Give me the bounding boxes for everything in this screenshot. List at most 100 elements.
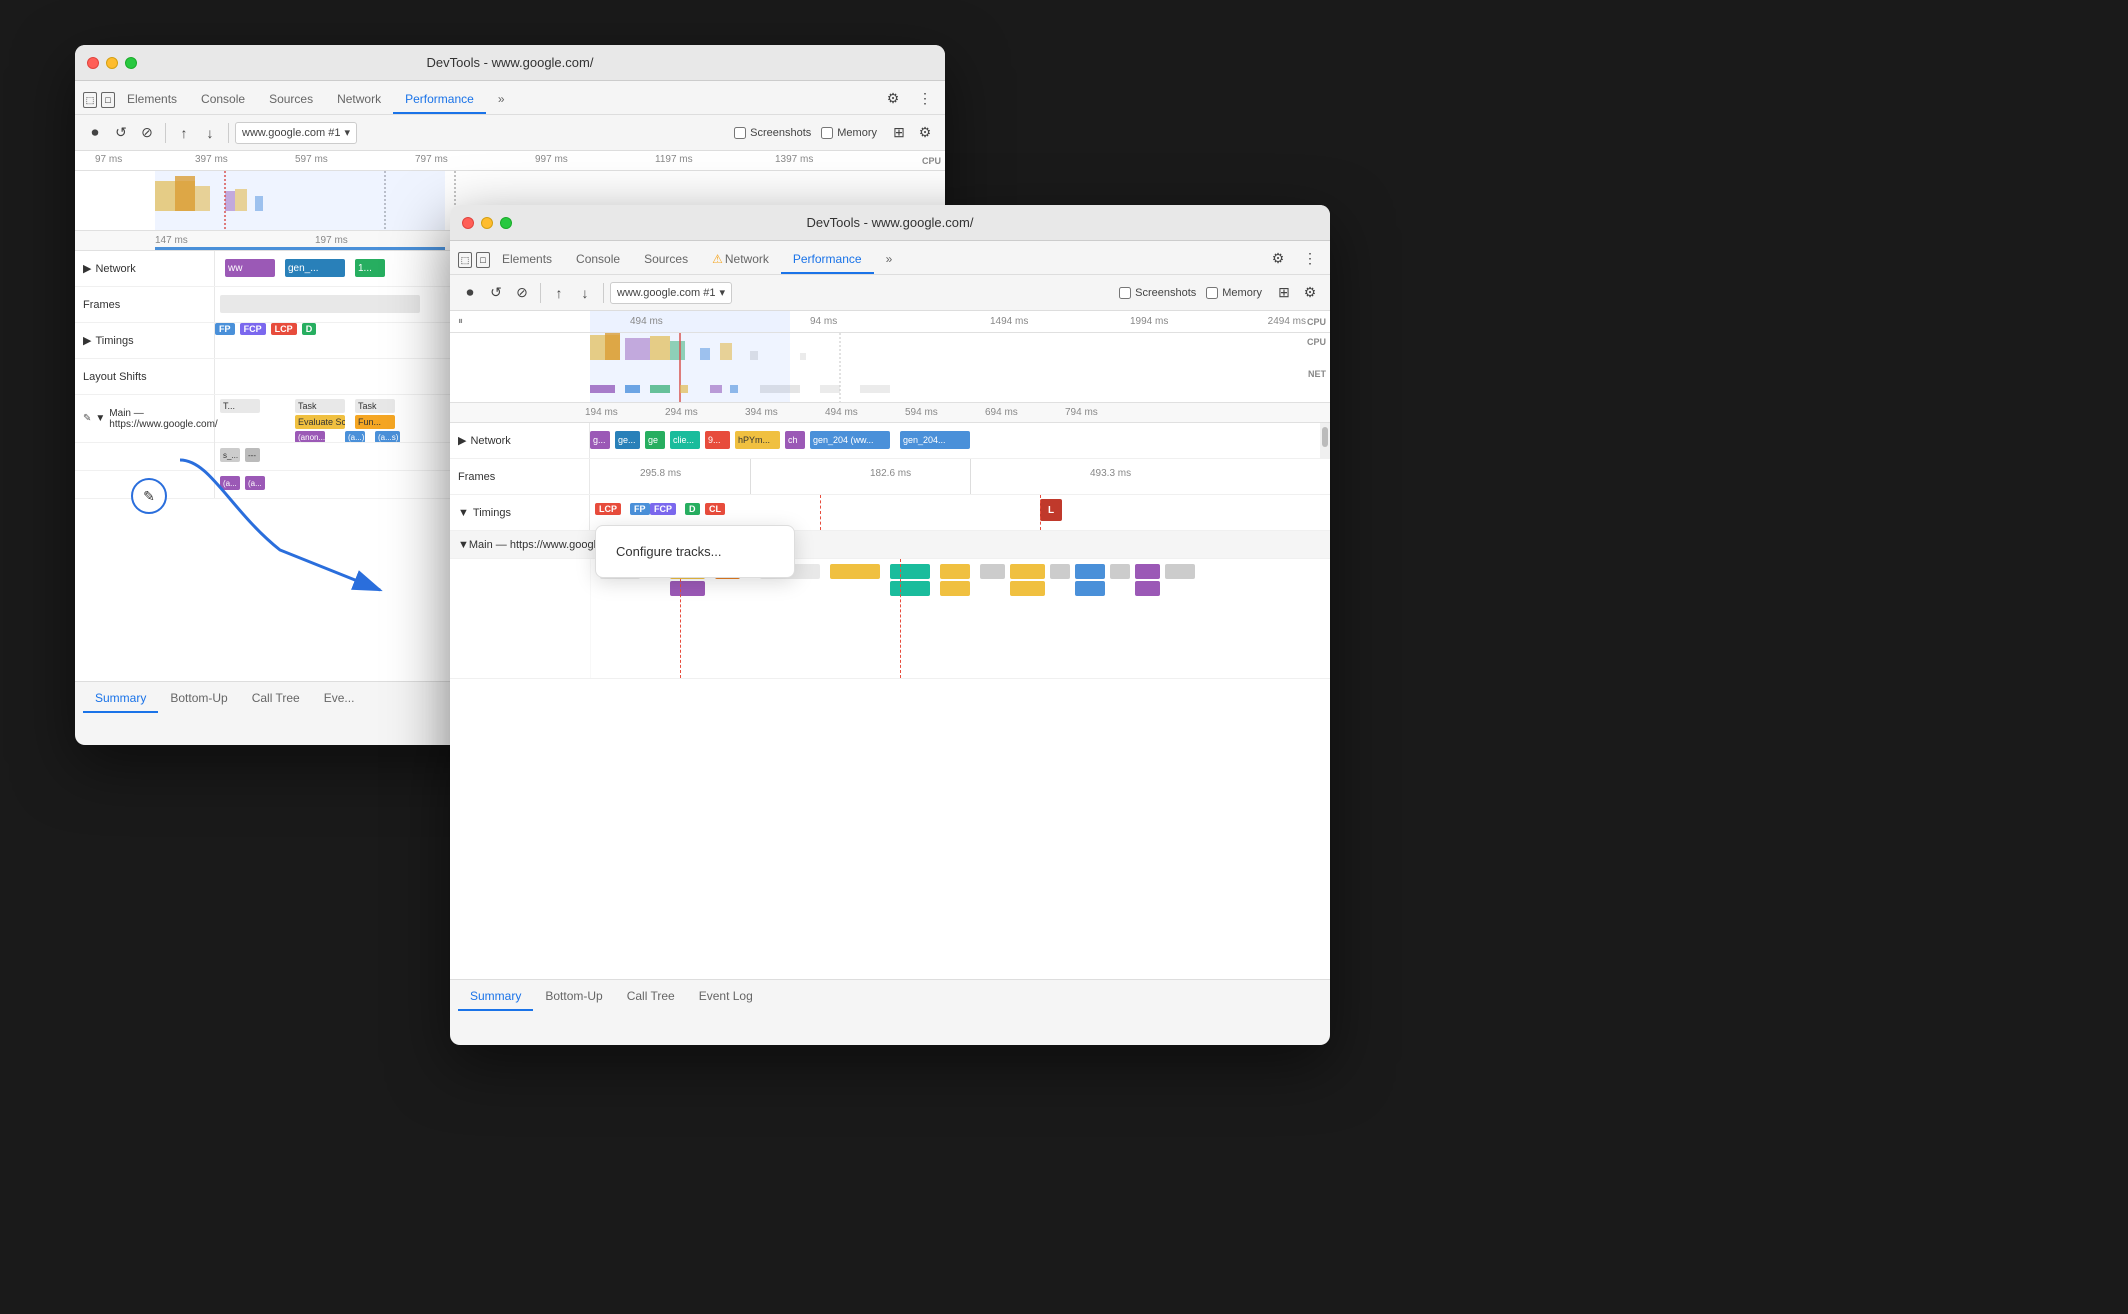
arrow-right-icon-network-bg: ▶ <box>83 262 91 275</box>
event-log-tab-fg[interactable]: Event Log <box>687 983 765 1011</box>
tab-more-bg[interactable]: » <box>486 86 517 114</box>
network-throttle-bg[interactable]: ⊞ <box>887 121 911 145</box>
time-794: 794 ms <box>1065 407 1098 418</box>
event-log-tab-bg[interactable]: Eve... <box>312 685 367 713</box>
time-ruler-fg: 194 ms 294 ms 394 ms 494 ms 594 ms 694 m… <box>450 403 1330 423</box>
settings-btn-fg[interactable]: ⚙ <box>1266 246 1290 270</box>
perf-settings-fg[interactable]: ⚙ <box>1298 281 1322 305</box>
minimize-button-bg[interactable] <box>106 57 118 69</box>
selected-region-bg <box>155 171 445 230</box>
settings-btn-bg[interactable]: ⚙ <box>881 86 905 110</box>
selected-zone-fg <box>590 311 790 333</box>
tab-performance-bg[interactable]: Performance <box>393 86 486 114</box>
refresh-btn-fg[interactable]: ↺ <box>484 281 508 305</box>
bottom-up-tab-bg[interactable]: Bottom-Up <box>158 685 239 713</box>
tab-sources-fg[interactable]: Sources <box>632 246 700 274</box>
time-147: 147 ms <box>155 235 188 246</box>
main-label-bg: ✎ ▼ Main — https://www.google.com/ <box>75 395 215 443</box>
time-494: 494 ms <box>825 407 858 418</box>
minimize-button-fg[interactable] <box>481 217 493 229</box>
screenshots-checkbox-fg[interactable]: Screenshots <box>1119 287 1196 299</box>
memory-input-bg[interactable] <box>821 127 833 139</box>
perf-settings-bg[interactable]: ⚙ <box>913 121 937 145</box>
record-btn-bg[interactable]: ⏺ <box>83 121 107 145</box>
tab-network-bg[interactable]: Network <box>325 86 393 114</box>
a-block-1-bg: (a... <box>220 476 240 490</box>
tab-sources-bg[interactable]: Sources <box>257 86 325 114</box>
device-icon-bg[interactable]: □ <box>101 92 115 108</box>
ruler-797: 797 ms <box>415 154 448 165</box>
window-title-bg: DevTools - www.google.com/ <box>427 55 594 70</box>
device-icon-fg[interactable]: □ <box>476 252 490 268</box>
upload-btn-fg[interactable]: ↑ <box>547 281 571 305</box>
memory-checkbox-fg[interactable]: Memory <box>1206 287 1262 299</box>
tab-console-bg[interactable]: Console <box>189 86 257 114</box>
scrollbar-thumb-fg[interactable] <box>1322 427 1328 447</box>
frames-content-fg: 295.8 ms 182.6 ms 493.3 ms <box>590 459 1330 494</box>
l-badge-text: L <box>1048 505 1054 516</box>
configure-tracks-item[interactable]: Configure tracks... <box>596 534 794 569</box>
url-select-fg[interactable]: www.google.com #1 ▾ <box>610 282 732 304</box>
refresh-btn-bg[interactable]: ↺ <box>109 121 133 145</box>
cpu-label-area-fg: CPU <box>1307 337 1326 347</box>
d-badge-fg: D <box>685 503 700 515</box>
tab-elements-fg[interactable]: Elements <box>490 246 564 274</box>
summary-tab-fg[interactable]: Summary <box>458 983 533 1011</box>
clear-btn-fg[interactable]: ⊘ <box>510 281 534 305</box>
tab-console-fg[interactable]: Console <box>564 246 632 274</box>
net-gen204-2-fg: gen_204... <box>900 431 970 449</box>
tab-more-fg[interactable]: » <box>874 246 905 274</box>
frames-val-3: 493.3 ms <box>1090 468 1131 479</box>
url-text-bg: www.google.com #1 <box>242 127 340 139</box>
sep2-fg <box>603 283 604 303</box>
inspect-icon-fg[interactable]: ⬚ <box>458 252 472 268</box>
fcp-badge-bg: FCP <box>240 323 266 335</box>
inspect-icon-bg[interactable]: ⬚ <box>83 92 97 108</box>
memory-input-fg[interactable] <box>1206 287 1218 299</box>
more-btn-bg[interactable]: ⋮ <box>913 86 937 110</box>
timings-label-fg: ▼ Timings <box>450 495 590 530</box>
net-ge-fg: ge... <box>615 431 640 449</box>
net-hpym-fg: hPYm... <box>735 431 780 449</box>
summary-tab-bg[interactable]: Summary <box>83 685 158 713</box>
close-button-bg[interactable] <box>87 57 99 69</box>
time-394: 394 ms <box>745 407 778 418</box>
maximize-button-fg[interactable] <box>500 217 512 229</box>
ruler-597: 597 ms <box>295 154 328 165</box>
memory-label-bg: Memory <box>837 127 877 139</box>
url-text-fg: www.google.com #1 <box>617 287 715 299</box>
timings-text-bg: Timings <box>95 335 133 347</box>
screenshots-label-bg: Screenshots <box>750 127 811 139</box>
screenshots-input-fg[interactable] <box>1119 287 1131 299</box>
cpu-label-ruler-fg: CPU <box>1307 317 1326 327</box>
memory-checkbox-bg[interactable]: Memory <box>821 127 877 139</box>
screenshots-input-bg[interactable] <box>734 127 746 139</box>
bottom-up-tab-fg[interactable]: Bottom-Up <box>533 983 614 1011</box>
more-btn-fg[interactable]: ⋮ <box>1298 246 1322 270</box>
main-purple-3-fg <box>1135 581 1160 596</box>
d-badge-bg: D <box>302 323 317 335</box>
tab-network-fg[interactable]: ⚠ Network <box>700 246 781 274</box>
close-button-fg[interactable] <box>462 217 474 229</box>
download-btn-bg[interactable]: ↓ <box>198 121 222 145</box>
chevron-down-icon-bg: ▾ <box>344 126 350 139</box>
timeline-scroll-handle-bg[interactable] <box>155 247 445 250</box>
download-btn-fg[interactable]: ↓ <box>573 281 597 305</box>
tab-performance-fg[interactable]: Performance <box>781 246 874 274</box>
network-throttle-fg[interactable]: ⊞ <box>1272 281 1296 305</box>
url-select-bg[interactable]: www.google.com #1 ▾ <box>235 122 357 144</box>
timings-label-bg: ▶ Timings <box>75 323 215 358</box>
lcp-badge-bg: LCP <box>271 323 297 335</box>
clear-btn-bg[interactable]: ⊘ <box>135 121 159 145</box>
call-tree-tab-fg[interactable]: Call Tree <box>615 983 687 1011</box>
maximize-button-bg[interactable] <box>125 57 137 69</box>
tab-elements-bg[interactable]: Elements <box>115 86 189 114</box>
call-tree-tab-bg[interactable]: Call Tree <box>240 685 312 713</box>
upload-btn-bg[interactable]: ↑ <box>172 121 196 145</box>
main-blue-1-fg <box>1075 564 1105 579</box>
red-line-2-fg <box>1040 495 1041 530</box>
screenshots-checkbox-bg[interactable]: Screenshots <box>734 127 811 139</box>
record-btn-fg[interactable]: ⏺ <box>458 281 482 305</box>
frames-label-bg: Frames <box>75 287 215 322</box>
memory-label-fg: Memory <box>1222 287 1262 299</box>
